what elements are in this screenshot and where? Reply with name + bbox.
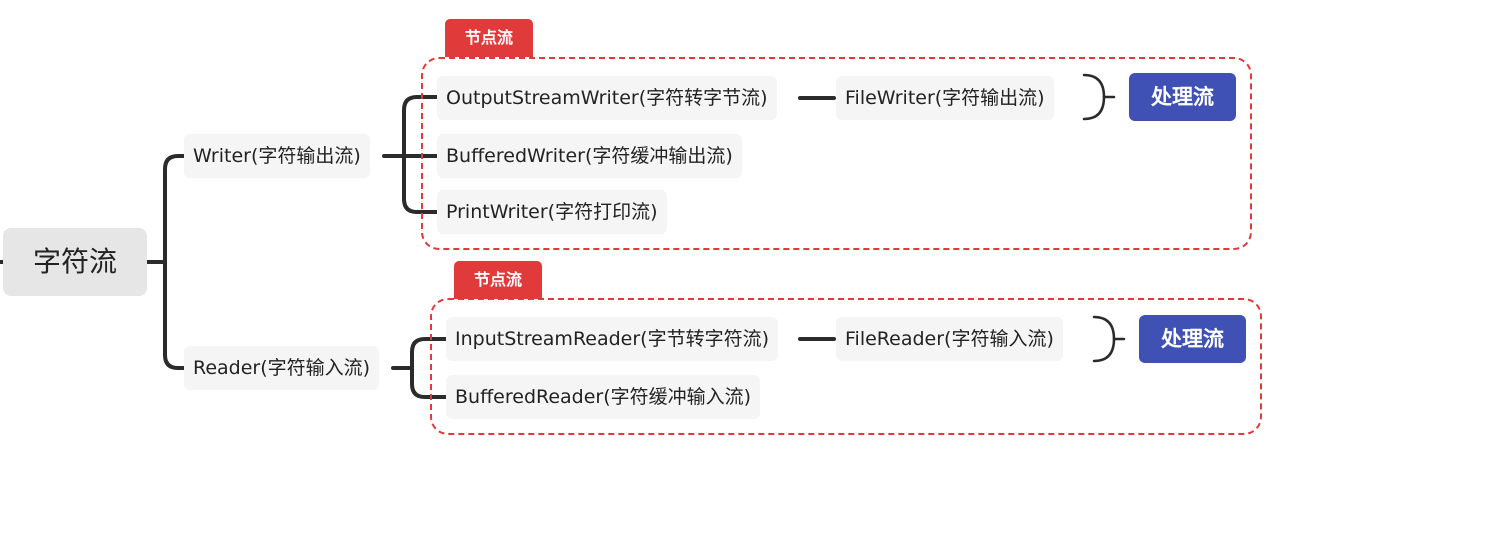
file-writer-node[interactable]: FileWriter(字符输出流) <box>836 76 1054 120</box>
reader-node[interactable]: Reader(字符输入流) <box>184 346 380 390</box>
writer-group-tag: 节点流 <box>445 19 533 57</box>
reader-handler-badge[interactable]: 处理流 <box>1139 315 1246 363</box>
input-stream-reader-node[interactable]: InputStreamReader(字节转字符流) <box>446 317 779 361</box>
root-branch-bracket <box>163 154 186 370</box>
print-writer-node[interactable]: PrintWriter(字符打印流) <box>437 190 667 234</box>
buffered-writer-node[interactable]: BufferedWriter(字符缓冲输出流) <box>437 134 742 178</box>
mind-map-canvas: 字符流 Writer(字符输出流) 节点流 OutputStreamWriter… <box>0 0 1506 538</box>
output-stream-writer-node[interactable]: OutputStreamWriter(字符转字节流) <box>437 76 777 120</box>
reader-group-tag: 节点流 <box>454 261 542 299</box>
buffered-reader-node[interactable]: BufferedReader(字符缓冲输入流) <box>446 375 761 419</box>
writer-node[interactable]: Writer(字符输出流) <box>184 134 370 178</box>
file-reader-node[interactable]: FileReader(字符输入流) <box>836 317 1063 361</box>
writer-handler-badge[interactable]: 处理流 <box>1129 73 1236 121</box>
root-node[interactable]: 字符流 <box>3 228 147 296</box>
